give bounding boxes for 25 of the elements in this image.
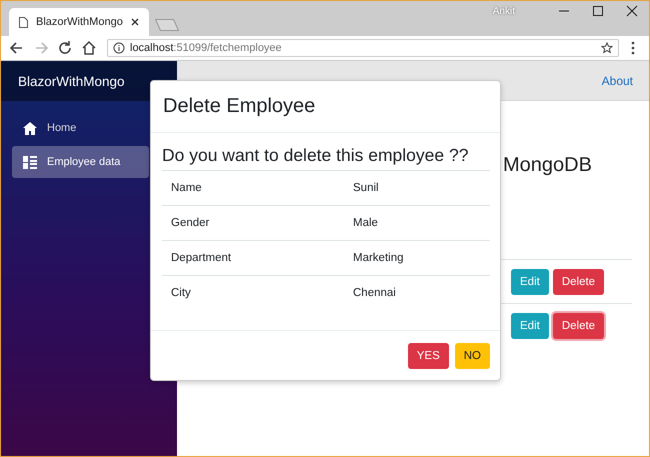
confirm-question: Do you want to delete this employee ?? bbox=[162, 145, 470, 166]
nav-item[interactable]: Home bbox=[12, 112, 149, 144]
page-icon bbox=[19, 16, 28, 28]
field-value: Marketing bbox=[352, 252, 404, 264]
delete-button[interactable]: Delete bbox=[552, 312, 604, 338]
star-icon[interactable] bbox=[601, 42, 613, 54]
address-bar[interactable]: localhost:51099/fetchemployee bbox=[107, 39, 619, 57]
field-value: Chennai bbox=[352, 287, 397, 299]
field-label: Department bbox=[170, 252, 232, 264]
yes-button[interactable]: YES bbox=[408, 342, 449, 368]
house-icon bbox=[23, 122, 37, 134]
field-label: City bbox=[170, 287, 192, 299]
list-icon bbox=[23, 156, 37, 168]
close-icon[interactable] bbox=[131, 18, 139, 26]
page-heading: MongoDB bbox=[503, 154, 593, 177]
about-link[interactable]: About bbox=[602, 74, 633, 88]
nav-item[interactable]: Employee data bbox=[12, 146, 149, 178]
no-button[interactable]: NO bbox=[454, 342, 490, 368]
field-label: Name bbox=[170, 182, 203, 194]
delete-button[interactable]: Delete bbox=[552, 268, 604, 294]
info-icon bbox=[113, 42, 125, 54]
field-label: Gender bbox=[170, 217, 210, 229]
field-value: Male bbox=[352, 217, 379, 229]
field-value: Sunil bbox=[352, 182, 380, 194]
browser-tab[interactable]: BlazorWithMongo bbox=[9, 8, 149, 36]
